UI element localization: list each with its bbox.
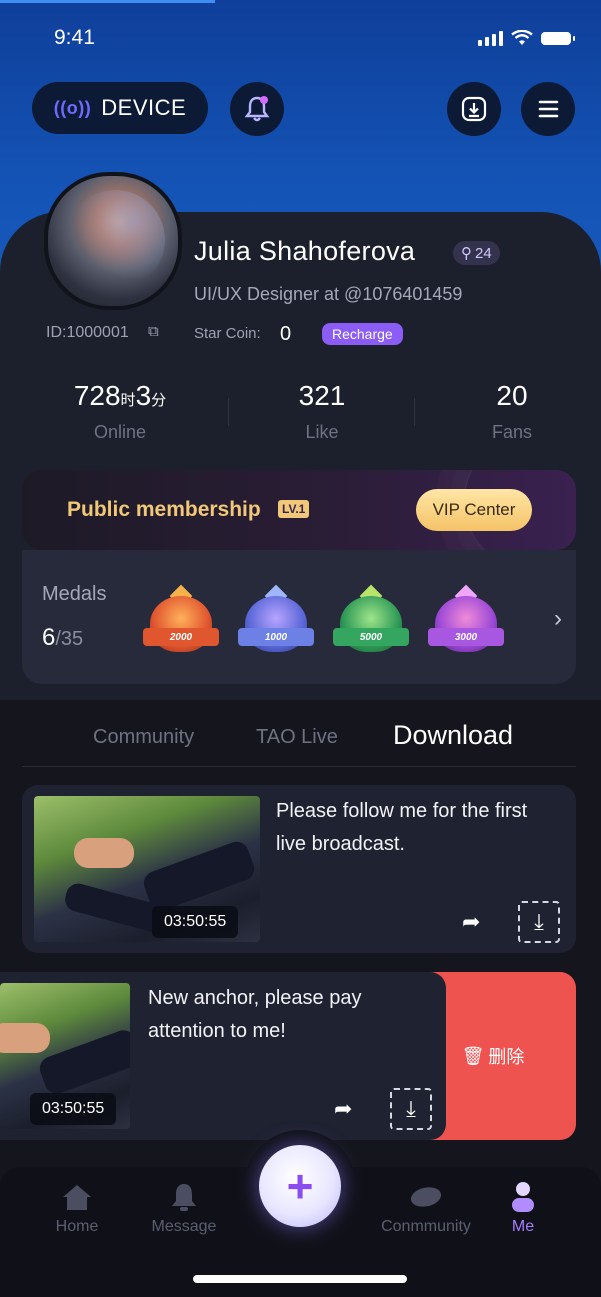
video-title: New anchor, please pay attention to me! xyxy=(148,987,362,1042)
battery-icon xyxy=(541,31,575,45)
level-badge: ⚲ 24 xyxy=(453,241,500,265)
tabs-divider xyxy=(22,766,576,767)
stat-online-value: 728时3分 xyxy=(73,380,167,411)
medals-panel[interactable]: Medals 6/35 2000 1000 5000 3000 › xyxy=(22,550,576,684)
download-icon xyxy=(461,96,487,122)
nav-message-label: Message xyxy=(151,1218,217,1235)
video-duration: 03:50:55 xyxy=(152,906,239,938)
nav-me-label: Me xyxy=(511,1218,535,1235)
nav-me[interactable]: Me xyxy=(478,1180,568,1236)
stat-divider xyxy=(228,398,229,426)
medals-count: 6/35 xyxy=(42,624,84,651)
video-title: Please follow me for the first live broa… xyxy=(276,800,528,855)
stat-like-label: Like xyxy=(305,422,339,442)
chevron-right-icon[interactable]: › xyxy=(554,605,562,633)
device-label: DEVICE xyxy=(101,95,187,120)
medal-badge[interactable]: 2000 xyxy=(140,584,222,658)
membership-level-badge: LV.1 xyxy=(278,500,310,518)
broadcast-icon: ((o)) xyxy=(53,97,92,118)
stat-fans-value: 20 xyxy=(496,380,528,411)
medal-badge[interactable]: 1000 xyxy=(235,584,317,658)
video-duration: 03:50:55 xyxy=(30,1093,117,1125)
status-time: 9:41 xyxy=(54,26,95,49)
profile-name: Julia Shahoferova xyxy=(194,236,416,266)
recharge-button[interactable]: Recharge xyxy=(322,323,403,345)
menu-icon xyxy=(538,100,559,118)
trash-icon: 🗑 xyxy=(461,1045,485,1066)
user-id: ID:1000001 xyxy=(46,324,129,341)
bell-icon xyxy=(244,96,270,122)
bell-icon xyxy=(167,1180,201,1214)
tab-community[interactable]: Community xyxy=(93,726,194,749)
delete-label: 删除 xyxy=(488,1047,525,1067)
download-item[interactable]: 03:50:55 Please follow me for the first … xyxy=(22,785,576,953)
vip-center-button[interactable]: VIP Center xyxy=(416,489,532,531)
wifi-icon xyxy=(511,30,533,45)
plus-icon: + xyxy=(286,1160,314,1212)
notification-button[interactable] xyxy=(230,82,284,136)
download-item[interactable]: 03:50:55 New anchor, please pay attentio… xyxy=(0,972,446,1140)
signal-icon xyxy=(478,30,503,46)
planet-icon xyxy=(409,1180,443,1214)
download-button[interactable] xyxy=(447,82,501,136)
level-value: 24 xyxy=(475,244,492,262)
nav-home-label: Home xyxy=(55,1218,99,1235)
nav-community-label: Conmmunity xyxy=(381,1218,471,1235)
profile-subtitle: UI/UX Designer at @1076401459 xyxy=(194,284,463,304)
video-thumbnail[interactable]: 03:50:55 xyxy=(0,983,130,1129)
home-indicator xyxy=(193,1275,407,1283)
stat-fans-label: Fans xyxy=(491,422,533,442)
menu-button[interactable] xyxy=(521,82,575,136)
medal-badge[interactable]: 3000 xyxy=(425,584,507,658)
copy-icon[interactable]: ⧉ xyxy=(148,323,159,340)
chat-bubble-icon: ⚲ xyxy=(461,245,472,262)
medal-number: 2000 xyxy=(169,632,193,643)
thumbnail-figure xyxy=(36,1027,130,1097)
share-icon[interactable]: ➦ xyxy=(334,1096,352,1122)
stat-divider xyxy=(414,398,415,426)
star-coin-value: 0 xyxy=(280,323,292,345)
video-thumbnail[interactable]: 03:50:55 xyxy=(34,796,260,942)
content-tabs: Community TAO Live Download xyxy=(0,716,601,766)
home-icon xyxy=(60,1180,94,1214)
stat-like: 321 Like xyxy=(262,380,382,443)
download-icon[interactable]: ⤓ xyxy=(390,1088,432,1130)
download-item-swiped: 🗑 删除 03:50:55 New anchor, please pay att… xyxy=(0,972,576,1140)
create-button[interactable]: + xyxy=(259,1145,341,1227)
nav-home[interactable]: Home xyxy=(32,1180,122,1236)
status-bar: 9:41 xyxy=(0,26,601,56)
tab-tao-live[interactable]: TAO Live xyxy=(256,726,338,749)
thumbnail-hands xyxy=(0,1023,50,1053)
nav-community[interactable]: Conmmunity xyxy=(381,1180,471,1236)
medal-number: 1000 xyxy=(264,632,288,643)
membership-banner[interactable]: Public membership LV.1 VIP Center xyxy=(22,470,576,550)
medal-number: 5000 xyxy=(359,632,383,643)
thumbnail-hands xyxy=(74,838,134,868)
star-coin-label: Star Coin: xyxy=(194,325,261,342)
user-icon xyxy=(506,1180,540,1214)
share-icon[interactable]: ➦ xyxy=(462,909,480,935)
medals-label: Medals xyxy=(42,583,107,605)
medal-badge[interactable]: 5000 xyxy=(330,584,412,658)
stat-online-label: Online xyxy=(93,422,147,442)
status-icons xyxy=(478,30,575,46)
medal-number: 3000 xyxy=(454,632,478,643)
top-strip xyxy=(0,0,215,3)
download-icon[interactable]: ⤓ xyxy=(518,901,560,943)
tab-download[interactable]: Download xyxy=(393,720,513,751)
membership-title: Public membership xyxy=(67,498,261,521)
nav-message[interactable]: Message xyxy=(139,1180,229,1236)
stat-like-value: 321 xyxy=(298,380,346,411)
top-bar: ((o)) DEVICE xyxy=(0,80,601,138)
device-button[interactable]: ((o)) DEVICE xyxy=(32,82,208,134)
thumbnail-figure xyxy=(140,838,258,914)
stat-online: 728时3分 Online xyxy=(60,380,180,443)
stat-fans: 20 Fans xyxy=(456,380,568,443)
avatar-shading xyxy=(65,190,165,290)
